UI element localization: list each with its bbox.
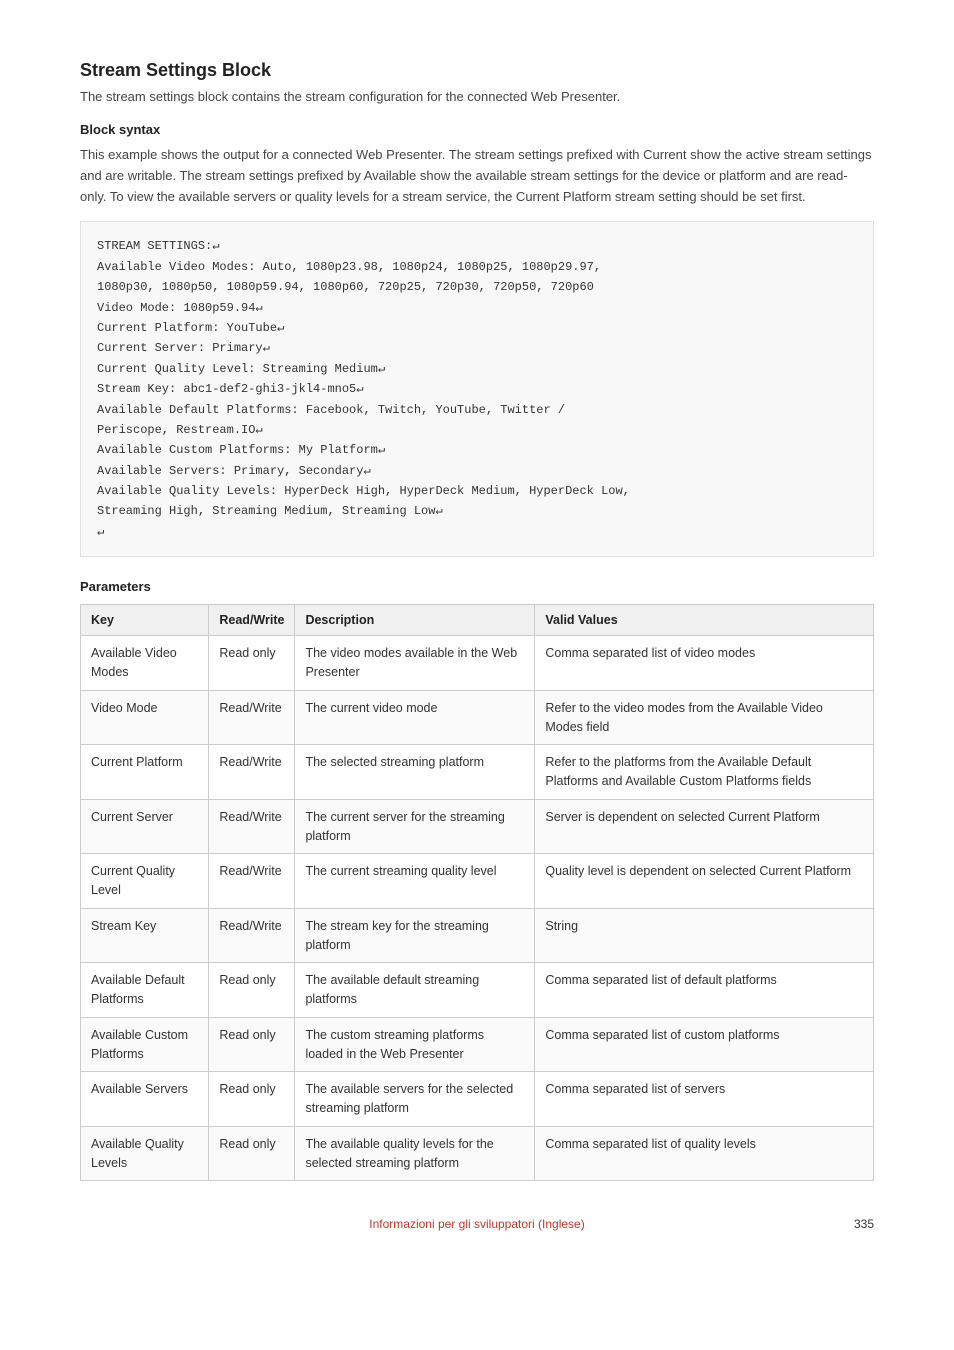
cell-description: The current server for the streaming pla… [295, 799, 535, 854]
cell-description: The stream key for the streaming platfor… [295, 908, 535, 963]
cell-readwrite: Read only [209, 963, 295, 1018]
cell-valid-values: Comma separated list of quality levels [535, 1126, 874, 1181]
table-row: Stream KeyRead/WriteThe stream key for t… [81, 908, 874, 963]
cell-readwrite: Read/Write [209, 854, 295, 909]
cell-readwrite: Read/Write [209, 690, 295, 745]
cell-description: The available servers for the selected s… [295, 1072, 535, 1127]
cell-key: Available Default Platforms [81, 963, 209, 1018]
cell-readwrite: Read/Write [209, 799, 295, 854]
cell-description: The custom streaming platforms loaded in… [295, 1017, 535, 1072]
cell-key: Video Mode [81, 690, 209, 745]
cell-key: Current Platform [81, 745, 209, 800]
table-row: Available ServersRead onlyThe available … [81, 1072, 874, 1127]
col-readwrite: Read/Write [209, 605, 295, 636]
parameters-table: Key Read/Write Description Valid Values … [80, 604, 874, 1181]
cell-readwrite: Read/Write [209, 908, 295, 963]
table-row: Current PlatformRead/WriteThe selected s… [81, 745, 874, 800]
block-syntax-heading: Block syntax [80, 122, 874, 137]
block-syntax-body: This example shows the output for a conn… [80, 145, 874, 207]
cell-valid-values: Comma separated list of video modes [535, 636, 874, 691]
cell-readwrite: Read only [209, 1072, 295, 1127]
cell-key: Available Servers [81, 1072, 209, 1127]
cell-key: Current Quality Level [81, 854, 209, 909]
col-description: Description [295, 605, 535, 636]
cell-description: The current video mode [295, 690, 535, 745]
code-block: STREAM SETTINGS:↵ Available Video Modes:… [80, 221, 874, 557]
col-key: Key [81, 605, 209, 636]
table-row: Available Quality LevelsRead onlyThe ava… [81, 1126, 874, 1181]
cell-valid-values: Comma separated list of servers [535, 1072, 874, 1127]
table-row: Available Video ModesRead onlyThe video … [81, 636, 874, 691]
table-row: Available Custom PlatformsRead onlyThe c… [81, 1017, 874, 1072]
cell-valid-values: Quality level is dependent on selected C… [535, 854, 874, 909]
cell-readwrite: Read only [209, 1017, 295, 1072]
cell-description: The video modes available in the Web Pre… [295, 636, 535, 691]
footer-center: Informazioni per gli sviluppatori (Ingle… [0, 1217, 954, 1231]
col-valid-values: Valid Values [535, 605, 874, 636]
cell-description: The current streaming quality level [295, 854, 535, 909]
cell-valid-values: Comma separated list of custom platforms [535, 1017, 874, 1072]
cell-key: Stream Key [81, 908, 209, 963]
table-row: Current Quality LevelRead/WriteThe curre… [81, 854, 874, 909]
table-row: Available Default PlatformsRead onlyThe … [81, 963, 874, 1018]
cell-description: The available default streaming platform… [295, 963, 535, 1018]
cell-description: The selected streaming platform [295, 745, 535, 800]
table-header-row: Key Read/Write Description Valid Values [81, 605, 874, 636]
cell-key: Current Server [81, 799, 209, 854]
table-row: Current ServerRead/WriteThe current serv… [81, 799, 874, 854]
cell-readwrite: Read only [209, 636, 295, 691]
cell-valid-values: String [535, 908, 874, 963]
footer-page-number: 335 [854, 1217, 874, 1231]
cell-valid-values: Refer to the video modes from the Availa… [535, 690, 874, 745]
cell-key: Available Custom Platforms [81, 1017, 209, 1072]
section-title: Stream Settings Block [80, 60, 874, 81]
cell-description: The available quality levels for the sel… [295, 1126, 535, 1181]
cell-readwrite: Read/Write [209, 745, 295, 800]
cell-valid-values: Refer to the platforms from the Availabl… [535, 745, 874, 800]
cell-valid-values: Server is dependent on selected Current … [535, 799, 874, 854]
table-row: Video ModeRead/WriteThe current video mo… [81, 690, 874, 745]
cell-key: Available Quality Levels [81, 1126, 209, 1181]
cell-key: Available Video Modes [81, 636, 209, 691]
parameters-heading: Parameters [80, 579, 874, 594]
cell-valid-values: Comma separated list of default platform… [535, 963, 874, 1018]
page-container: Stream Settings Block The stream setting… [0, 0, 954, 1261]
cell-readwrite: Read only [209, 1126, 295, 1181]
section-description: The stream settings block contains the s… [80, 89, 874, 104]
